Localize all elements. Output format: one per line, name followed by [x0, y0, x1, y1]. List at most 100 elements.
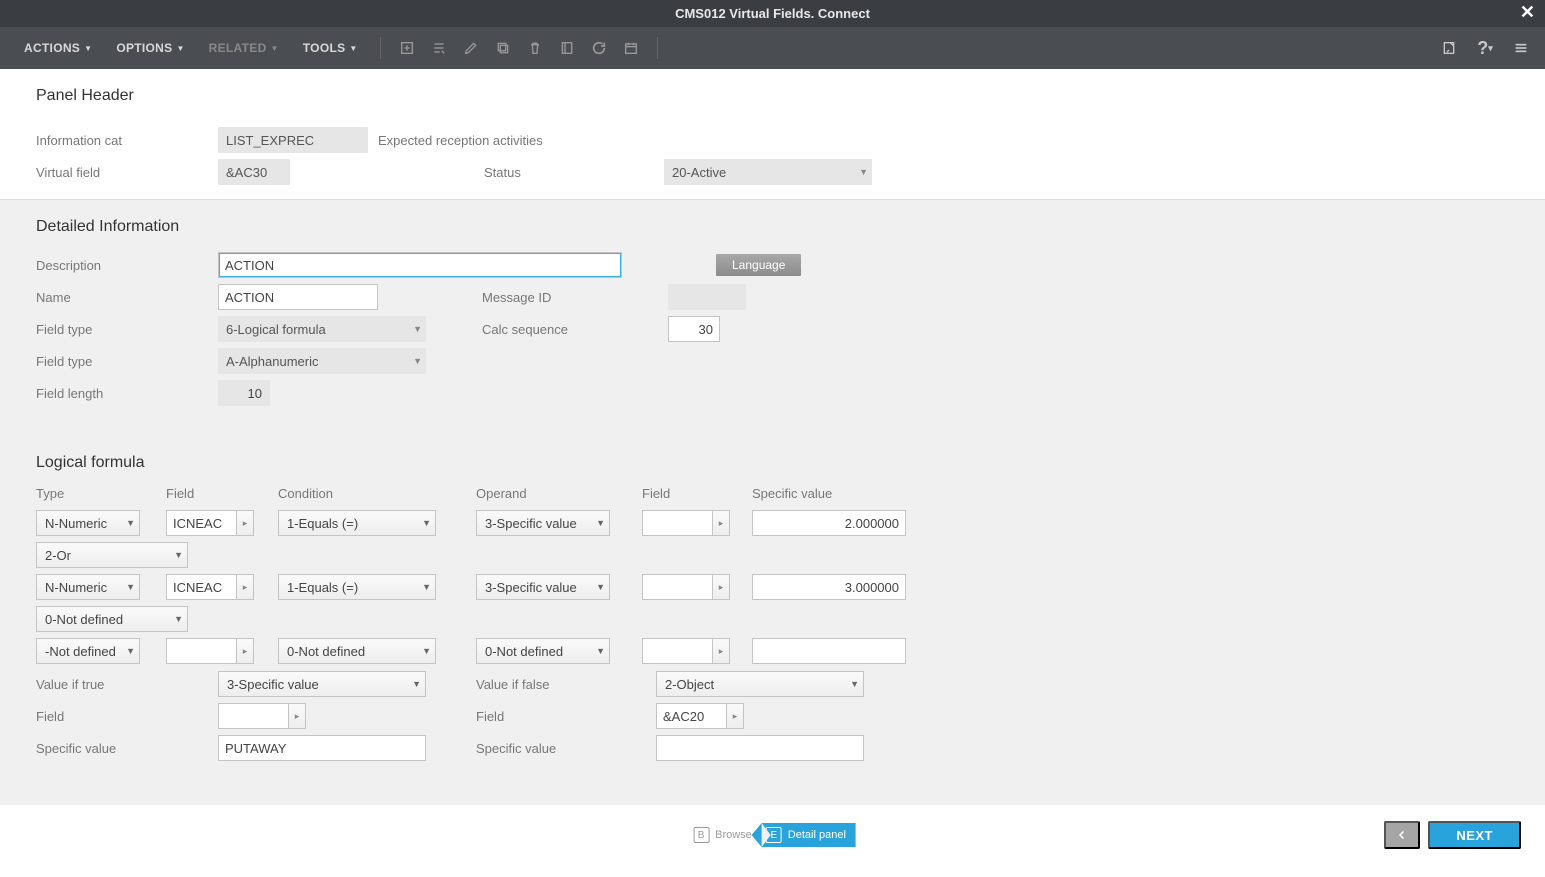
lookup-icon[interactable]: ▸ [712, 510, 730, 536]
toolbar-separator [380, 37, 381, 59]
field-false-lookup[interactable]: ▸ [656, 703, 744, 729]
help-icon[interactable]: ?▾ [1471, 34, 1499, 62]
type-select[interactable]: N-Numeric▼ [36, 510, 140, 536]
back-button[interactable] [1384, 821, 1420, 849]
connector-select[interactable]: 0-Not defined▼ [36, 606, 188, 632]
detailed-title: Detailed Information [36, 218, 1517, 236]
delete-icon[interactable] [521, 34, 549, 62]
condition-select[interactable]: 1-Equals (=)▼ [278, 574, 436, 600]
notes-icon[interactable] [1435, 34, 1463, 62]
lookup-icon[interactable]: ▸ [236, 574, 254, 600]
header-operand: Operand [476, 486, 642, 501]
menu-icon[interactable] [1507, 34, 1535, 62]
field2-lookup[interactable]: ▸ [642, 638, 730, 664]
field2-lookup[interactable]: ▸ [642, 574, 730, 600]
label-val-false: Value if false [476, 677, 656, 692]
specific-input[interactable] [752, 510, 906, 536]
condition-select[interactable]: 1-Equals (=)▼ [278, 510, 436, 536]
label-field-type-2: Field type [36, 354, 218, 369]
header-specific: Specific value [752, 486, 912, 501]
field-type-1-select[interactable]: 6-Logical formula▼ [218, 316, 426, 342]
lookup-icon[interactable]: ▸ [726, 703, 744, 729]
lookup-icon[interactable]: ▸ [288, 703, 306, 729]
operand-select[interactable]: 3-Specific value▼ [476, 574, 610, 600]
tab-detail[interactable]: E Detail panel [762, 823, 856, 847]
specific-input[interactable] [752, 574, 906, 600]
label-field-length: Field length [36, 386, 218, 401]
label-field-true: Field [36, 709, 218, 724]
toolbar-separator-2 [657, 37, 658, 59]
formula-row: N-Numeric▼ ▸ 1-Equals (=)▼ 3-Specific va… [36, 571, 1517, 603]
label-specific-true: Specific value [36, 741, 218, 756]
header-field2: Field [642, 486, 752, 501]
calendar-icon[interactable] [617, 34, 645, 62]
operand-select[interactable]: 3-Specific value▼ [476, 510, 610, 536]
type-select[interactable]: -Not defined▼ [36, 638, 140, 664]
val-false-select[interactable]: 2-Object▼ [656, 671, 864, 697]
connector-row: 2-Or▼ [36, 539, 1517, 571]
language-button[interactable]: Language [716, 254, 801, 276]
toolbar: ACTIONS▼ OPTIONS▼ RELATED▼ TOOLS▼ ?▾ [0, 27, 1545, 69]
list-icon[interactable] [425, 34, 453, 62]
lookup-icon[interactable]: ▸ [236, 510, 254, 536]
label-name: Name [36, 290, 218, 305]
name-input[interactable] [218, 284, 378, 310]
display-icon[interactable] [553, 34, 581, 62]
specific-false-input[interactable] [656, 735, 864, 761]
val-true-select[interactable]: 3-Specific value▼ [218, 671, 426, 697]
menu-actions[interactable]: ACTIONS▼ [14, 35, 102, 61]
header-type: Type [36, 486, 166, 501]
window-title: CMS012 Virtual Fields. Connect [675, 6, 870, 21]
field-lookup[interactable]: ▸ [166, 638, 254, 664]
connector-select[interactable]: 2-Or▼ [36, 542, 188, 568]
logical-title: Logical formula [36, 454, 1517, 472]
next-button[interactable]: NEXT [1428, 821, 1521, 849]
lookup-icon[interactable]: ▸ [712, 574, 730, 600]
condition-select[interactable]: 0-Not defined▼ [278, 638, 436, 664]
menu-related[interactable]: RELATED▼ [199, 35, 289, 61]
field-length-value: 10 [218, 380, 270, 406]
header-field: Field [166, 486, 278, 501]
type-select[interactable]: N-Numeric▼ [36, 574, 140, 600]
formula-row: N-Numeric▼ ▸ 1-Equals (=)▼ 3-Specific va… [36, 507, 1517, 539]
message-id-value [668, 284, 746, 310]
connector-row: 0-Not defined▼ [36, 603, 1517, 635]
field-type-2-select[interactable]: A-Alphanumeric▼ [218, 348, 426, 374]
calc-seq-input[interactable] [668, 316, 720, 342]
detailed-section: Detailed Information Description Languag… [0, 199, 1545, 805]
edit-icon[interactable] [457, 34, 485, 62]
titlebar: CMS012 Virtual Fields. Connect ✕ [0, 0, 1545, 27]
info-cat-desc: Expected reception activities [368, 133, 543, 148]
field2-lookup[interactable]: ▸ [642, 510, 730, 536]
header-condition: Condition [278, 486, 476, 501]
virtual-field-value: &AC30 [218, 159, 290, 185]
label-message-id: Message ID [482, 290, 668, 305]
lookup-icon[interactable]: ▸ [712, 638, 730, 664]
lookup-icon[interactable]: ▸ [236, 638, 254, 664]
description-input[interactable] [218, 252, 622, 278]
panel-header-section: Panel Header Information cat LIST_EXPREC… [0, 69, 1545, 199]
info-cat-value: LIST_EXPREC [218, 127, 368, 153]
label-field-false: Field [476, 709, 656, 724]
field-true-lookup[interactable]: ▸ [218, 703, 306, 729]
field-lookup[interactable]: ▸ [166, 510, 254, 536]
close-icon[interactable]: ✕ [1520, 2, 1535, 23]
label-status: Status [484, 165, 664, 180]
status-select[interactable]: 20-Active▼ [664, 159, 872, 185]
copy-icon[interactable] [489, 34, 517, 62]
new-icon[interactable] [393, 34, 421, 62]
label-calc-seq: Calc sequence [482, 322, 668, 337]
operand-select[interactable]: 0-Not defined▼ [476, 638, 610, 664]
label-info-cat: Information cat [36, 133, 218, 148]
field-lookup[interactable]: ▸ [166, 574, 254, 600]
label-virtual-field: Virtual field [36, 165, 218, 180]
specific-true-input[interactable] [218, 735, 426, 761]
label-field-type-1: Field type [36, 322, 218, 337]
menu-options[interactable]: OPTIONS▼ [106, 35, 194, 61]
label-val-true: Value if true [36, 677, 218, 692]
refresh-icon[interactable] [585, 34, 613, 62]
footer-actions: NEXT [1384, 821, 1521, 849]
formula-row: -Not defined▼ ▸ 0-Not defined▼ 0-Not def… [36, 635, 1517, 667]
specific-input[interactable] [752, 638, 906, 664]
menu-tools[interactable]: TOOLS▼ [293, 35, 368, 61]
